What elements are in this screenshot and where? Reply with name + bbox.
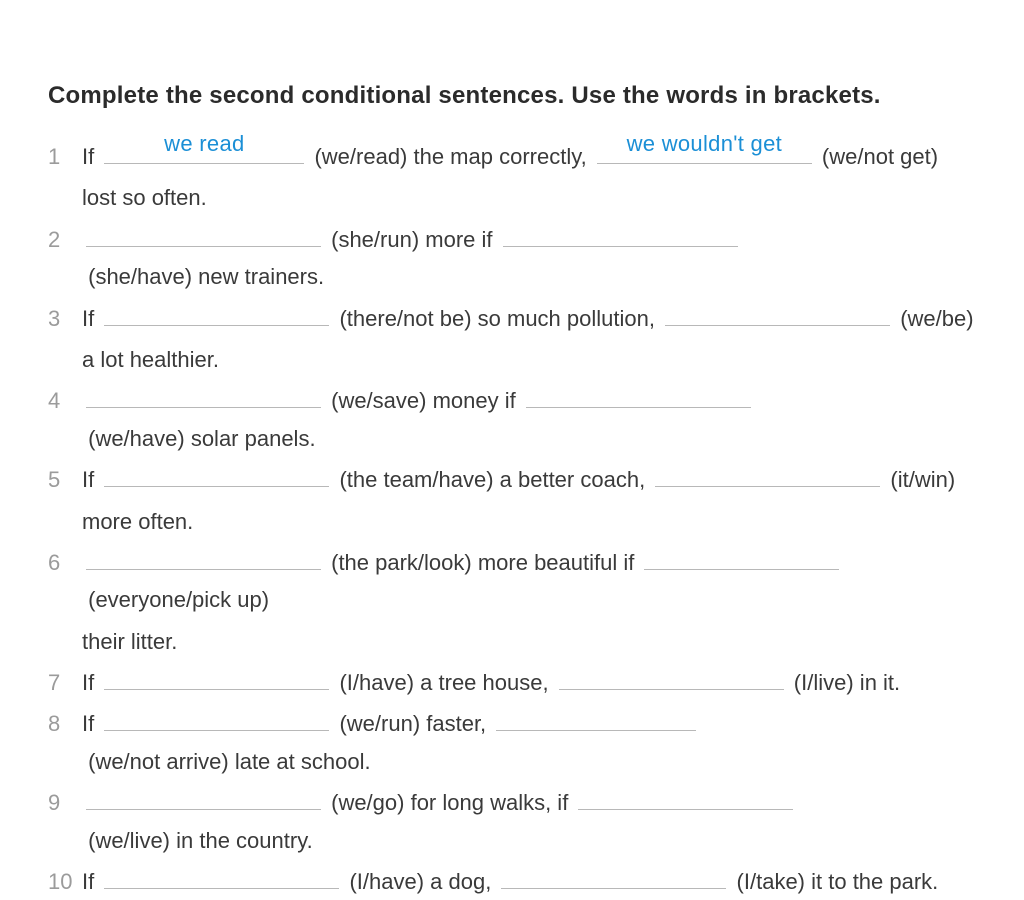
sentence-text: (we/save) money if — [325, 388, 522, 413]
item-number: 6 — [48, 544, 82, 581]
sentence-text: If — [82, 670, 100, 695]
item-number: 8 — [48, 705, 82, 742]
answer-blank[interactable] — [503, 222, 738, 247]
line-content: a lot healthier. — [82, 341, 219, 378]
exercise-line: 3If (there/not be) so much pollution, (w… — [48, 300, 976, 337]
sentence-text: (we/read) the map correctly, — [308, 144, 592, 169]
line-content: If (we/run) faster, (we/not arrive) late… — [82, 705, 976, 780]
sentence-text: (I/take) it to the park. — [730, 869, 938, 894]
exercise-line: 5more often. — [48, 503, 976, 540]
line-content: more often. — [82, 503, 193, 540]
line-content: lost so often. — [82, 179, 207, 216]
item-number: 7 — [48, 664, 82, 701]
answer-blank[interactable] — [104, 665, 329, 690]
sentence-text: (I/have) a dog, — [343, 869, 497, 894]
exercise-line: 6their litter. — [48, 623, 976, 660]
sentence-text: (there/not be) so much pollution, — [333, 306, 661, 331]
line-content: If (there/not be) so much pollution, (we… — [82, 300, 974, 337]
line-content: (she/run) more if (she/have) new trainer… — [82, 221, 976, 296]
answer-blank[interactable] — [526, 383, 751, 408]
sentence-text: (we/have) solar panels. — [82, 426, 316, 451]
item-number: 3 — [48, 300, 82, 337]
item-number: 10 — [48, 863, 82, 900]
filled-answer: we wouldn't get — [597, 125, 812, 162]
sentence-text: (we/be) — [894, 306, 973, 331]
line-content: If (the team/have) a better coach, (it/w… — [82, 461, 955, 498]
sentence-text: lost so often. — [82, 185, 207, 210]
answer-blank[interactable] — [104, 462, 329, 487]
sentence-text: (the team/have) a better coach, — [333, 467, 651, 492]
answer-blank[interactable] — [86, 545, 321, 570]
answer-blank[interactable] — [104, 706, 329, 731]
answer-blank[interactable]: we read — [104, 139, 304, 164]
exercise-line: 3a lot healthier. — [48, 341, 976, 378]
answer-blank[interactable] — [86, 222, 321, 247]
line-content: (we/save) money if (we/have) solar panel… — [82, 382, 976, 457]
exercise-line: 8If (we/run) faster, (we/not arrive) lat… — [48, 705, 976, 780]
filled-answer: we read — [104, 125, 304, 162]
exercise-line: 2 (she/run) more if (she/have) new train… — [48, 221, 976, 296]
line-content: If (I/have) a tree house, (I/live) in it… — [82, 664, 900, 701]
sentence-text: (we/not get) — [816, 144, 938, 169]
exercise-line: 5If (the team/have) a better coach, (it/… — [48, 461, 976, 498]
sentence-text: (the park/look) more beautiful if — [325, 550, 640, 575]
answer-blank[interactable]: we wouldn't get — [597, 139, 812, 164]
exercise-line: 4 (we/save) money if (we/have) solar pan… — [48, 382, 976, 457]
line-content: their litter. — [82, 623, 177, 660]
item-number: 2 — [48, 221, 82, 258]
sentence-text: more often. — [82, 509, 193, 534]
sentence-text: (we/go) for long walks, if — [325, 790, 574, 815]
item-number: 9 — [48, 784, 82, 821]
line-content: (the park/look) more beautiful if (every… — [82, 544, 976, 619]
sentence-text: If — [82, 306, 100, 331]
item-number: 5 — [48, 461, 82, 498]
line-content: If we read (we/read) the map correctly, … — [82, 138, 938, 175]
answer-blank[interactable] — [501, 864, 726, 889]
answer-blank[interactable] — [104, 864, 339, 889]
sentence-text: a lot healthier. — [82, 347, 219, 372]
exercise-line: 7If (I/have) a tree house, (I/live) in i… — [48, 664, 976, 701]
exercise-line: 6 (the park/look) more beautiful if (eve… — [48, 544, 976, 619]
sentence-text: (she/have) new trainers. — [82, 264, 324, 289]
answer-blank[interactable] — [665, 300, 890, 325]
exercise-body: 1If we read (we/read) the map correctly,… — [48, 138, 976, 900]
answer-blank[interactable] — [644, 545, 839, 570]
answer-blank[interactable] — [578, 785, 793, 810]
sentence-text: their litter. — [82, 629, 177, 654]
sentence-text: If — [82, 869, 100, 894]
item-number: 1 — [48, 138, 82, 175]
sentence-text: (she/run) more if — [325, 227, 499, 252]
answer-blank[interactable] — [86, 383, 321, 408]
sentence-text: (we/run) faster, — [333, 711, 492, 736]
sentence-text: (it/win) — [884, 467, 955, 492]
answer-blank[interactable] — [496, 706, 696, 731]
sentence-text: (I/live) in it. — [788, 670, 900, 695]
line-content: If (I/have) a dog, (I/take) it to the pa… — [82, 863, 938, 900]
exercise-title: Complete the second conditional sentence… — [48, 82, 976, 110]
exercise-line: 1lost so often. — [48, 179, 976, 216]
exercise-line: 1If we read (we/read) the map correctly,… — [48, 138, 976, 175]
item-number: 4 — [48, 382, 82, 419]
sentence-text: (we/live) in the country. — [82, 828, 313, 853]
line-content: (we/go) for long walks, if (we/live) in … — [82, 784, 976, 859]
exercise-line: 9 (we/go) for long walks, if (we/live) i… — [48, 784, 976, 859]
sentence-text: If — [82, 711, 100, 736]
exercise-line: 10If (I/have) a dog, (I/take) it to the … — [48, 863, 976, 900]
sentence-text: If — [82, 144, 100, 169]
sentence-text: (we/not arrive) late at school. — [82, 749, 371, 774]
sentence-text: If — [82, 467, 100, 492]
answer-blank[interactable] — [104, 300, 329, 325]
answer-blank[interactable] — [86, 785, 321, 810]
sentence-text: (everyone/pick up) — [82, 587, 269, 612]
sentence-text: (I/have) a tree house, — [333, 670, 554, 695]
answer-blank[interactable] — [559, 665, 784, 690]
answer-blank[interactable] — [655, 462, 880, 487]
